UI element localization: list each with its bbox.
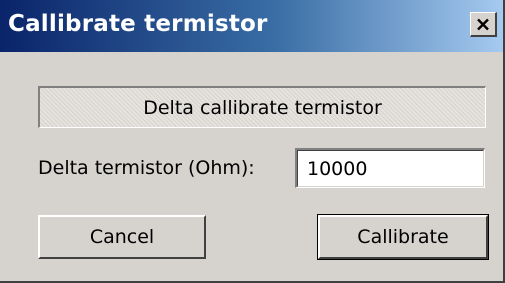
delta-termistor-field-frame [295,148,485,188]
dialog-title: Callibrate termistor [8,11,268,37]
close-x-icon [477,18,489,30]
delta-calibrate-group: Delta callibrate termistor [38,86,486,128]
group-label: Delta callibrate termistor [143,96,382,119]
close-button[interactable] [470,12,497,37]
calibrate-dialog: Callibrate termistor Delta callibrate te… [0,0,505,283]
cancel-button[interactable]: Cancel [38,215,206,259]
delta-termistor-label: Delta termistor (Ohm): [38,157,255,179]
delta-termistor-input[interactable] [297,150,484,187]
calibrate-button[interactable]: Callibrate [317,214,489,260]
title-bar[interactable]: Callibrate termistor [0,0,503,52]
